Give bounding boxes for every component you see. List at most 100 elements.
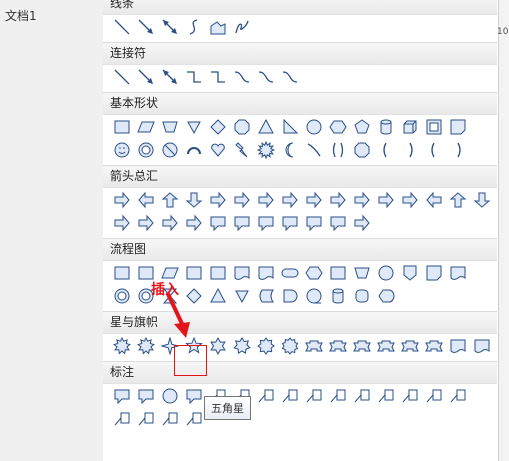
smiley-shape-button[interactable]	[111, 139, 133, 161]
pentagon-arrow-shape-button[interactable]	[159, 212, 181, 234]
line-shape-button[interactable]	[111, 16, 133, 38]
preparation-shape-button[interactable]	[303, 262, 325, 284]
callout-down-shape-button[interactable]	[279, 212, 301, 234]
freeform-shape-button[interactable]	[207, 16, 229, 38]
double-wave-shape-button[interactable]	[471, 335, 493, 357]
curved-shape-button[interactable]	[231, 66, 253, 88]
chevron-shape-button[interactable]	[183, 212, 205, 234]
ribbon-down-shape-button[interactable]	[303, 335, 325, 357]
double-arrow-shape-button[interactable]	[159, 66, 181, 88]
accent-border-callout2-shape-button[interactable]	[135, 408, 157, 430]
octagon-shape-button[interactable]	[351, 139, 373, 161]
summing-junction-shape-button[interactable]	[111, 285, 133, 307]
diamond-shape-button[interactable]	[207, 116, 229, 138]
callout-leftright-shape-button[interactable]	[303, 212, 325, 234]
accent-border-callout3-shape-button[interactable]	[159, 408, 181, 430]
accent-callout4-shape-button[interactable]	[375, 385, 397, 407]
brace-pair-shape-button[interactable]	[327, 139, 349, 161]
arrow-curved-down-shape-button[interactable]	[471, 189, 493, 211]
star7-shape-button[interactable]	[231, 335, 253, 357]
document-shape-button[interactable]	[231, 262, 253, 284]
curved-double-arrow-shape-button[interactable]	[279, 66, 301, 88]
octagon-shape-button[interactable]	[231, 116, 253, 138]
line-callout4-shape-button[interactable]	[279, 385, 301, 407]
card-shape-button[interactable]	[423, 262, 445, 284]
circle-shape-button[interactable]	[303, 116, 325, 138]
arrow-updown-shape-button[interactable]	[231, 189, 253, 211]
accent-callout1-shape-button[interactable]	[303, 385, 325, 407]
connector-shape-button[interactable]	[375, 262, 397, 284]
stored-data-shape-button[interactable]	[255, 285, 277, 307]
horizontal-scroll-shape-button[interactable]	[423, 335, 445, 357]
manual-input-shape-button[interactable]	[327, 262, 349, 284]
arrow-bentup-shape-button[interactable]	[375, 189, 397, 211]
cloud-callout-shape-button[interactable]	[183, 385, 205, 407]
rect-callout-shape-button[interactable]	[111, 385, 133, 407]
arrow-right-shape-button[interactable]	[111, 189, 133, 211]
bracket-right-shape-button[interactable]	[399, 139, 421, 161]
offpage-shape-button[interactable]	[399, 262, 421, 284]
internal-storage-shape-button[interactable]	[207, 262, 229, 284]
arrow-striped-shape-button[interactable]	[111, 212, 133, 234]
star6-shape-button[interactable]	[207, 335, 229, 357]
scribble-shape-button[interactable]	[231, 16, 253, 38]
display-shape-button[interactable]	[375, 285, 397, 307]
delay-shape-button[interactable]	[279, 285, 301, 307]
border-callout2-shape-button[interactable]	[423, 385, 445, 407]
accent-callout2-shape-button[interactable]	[327, 385, 349, 407]
elbow-shape-button[interactable]	[183, 66, 205, 88]
callout-up-shape-button[interactable]	[255, 212, 277, 234]
pentagon-shape-button[interactable]	[351, 116, 373, 138]
arrow-shape-button[interactable]	[135, 66, 157, 88]
cylinder-shape-button[interactable]	[375, 116, 397, 138]
trapezoid-shape-button[interactable]	[159, 116, 181, 138]
sun-shape-button[interactable]	[255, 139, 277, 161]
accent-border-callout4-shape-button[interactable]	[183, 408, 205, 430]
arrow-triple-shape-button[interactable]	[279, 189, 301, 211]
extract-shape-button[interactable]	[207, 285, 229, 307]
explosion1-shape-button[interactable]	[111, 335, 133, 357]
heart-shape-button[interactable]	[207, 139, 229, 161]
folded-corner-shape-button[interactable]	[447, 116, 469, 138]
triangle-down-shape-button[interactable]	[183, 116, 205, 138]
callout-quad-shape-button[interactable]	[327, 212, 349, 234]
arrow-leftup-shape-button[interactable]	[351, 189, 373, 211]
accent-border-callout1-shape-button[interactable]	[111, 408, 133, 430]
border-callout1-shape-button[interactable]	[399, 385, 421, 407]
donut-shape-button[interactable]	[135, 139, 157, 161]
arc-shape-button[interactable]	[183, 139, 205, 161]
double-arrow-shape-button[interactable]	[159, 16, 181, 38]
star8-shape-button[interactable]	[255, 335, 277, 357]
frame-shape-button[interactable]	[423, 116, 445, 138]
callout-right-shape-button[interactable]	[207, 212, 229, 234]
callout-left-shape-button[interactable]	[231, 212, 253, 234]
rounded-callout-shape-button[interactable]	[135, 385, 157, 407]
lightning-shape-button[interactable]	[231, 139, 253, 161]
wave-line-shape-button[interactable]	[303, 139, 325, 161]
brace-right-shape-button[interactable]	[447, 139, 469, 161]
line-shape-button[interactable]	[111, 66, 133, 88]
multidocument-shape-button[interactable]	[255, 262, 277, 284]
curved-ribbon-up-shape-button[interactable]	[375, 335, 397, 357]
triangle-shape-button[interactable]	[255, 116, 277, 138]
explosion2-shape-button[interactable]	[135, 335, 157, 357]
merge-shape-button[interactable]	[231, 285, 253, 307]
magnetic-disk-shape-button[interactable]	[327, 285, 349, 307]
no-symbol-shape-button[interactable]	[159, 139, 181, 161]
arrow-notched-shape-button[interactable]	[135, 212, 157, 234]
process-shape-button[interactable]	[111, 262, 133, 284]
right-triangle-shape-button[interactable]	[279, 116, 301, 138]
arrow-uturn-shape-button[interactable]	[327, 189, 349, 211]
arrow-curved-right-shape-button[interactable]	[399, 189, 421, 211]
rect-shape-button[interactable]	[111, 116, 133, 138]
line-callout3-shape-button[interactable]	[255, 385, 277, 407]
curved-ribbon-down-shape-button[interactable]	[351, 335, 373, 357]
direct-access-shape-button[interactable]	[351, 285, 373, 307]
arrow-up-shape-button[interactable]	[159, 189, 181, 211]
wave-shape-button[interactable]	[447, 335, 469, 357]
arrow-curved-up-shape-button[interactable]	[447, 189, 469, 211]
arrow-shape-button[interactable]	[135, 16, 157, 38]
hexagon-shape-button[interactable]	[327, 116, 349, 138]
moon-shape-button[interactable]	[279, 139, 301, 161]
arrow-leftright-shape-button[interactable]	[207, 189, 229, 211]
